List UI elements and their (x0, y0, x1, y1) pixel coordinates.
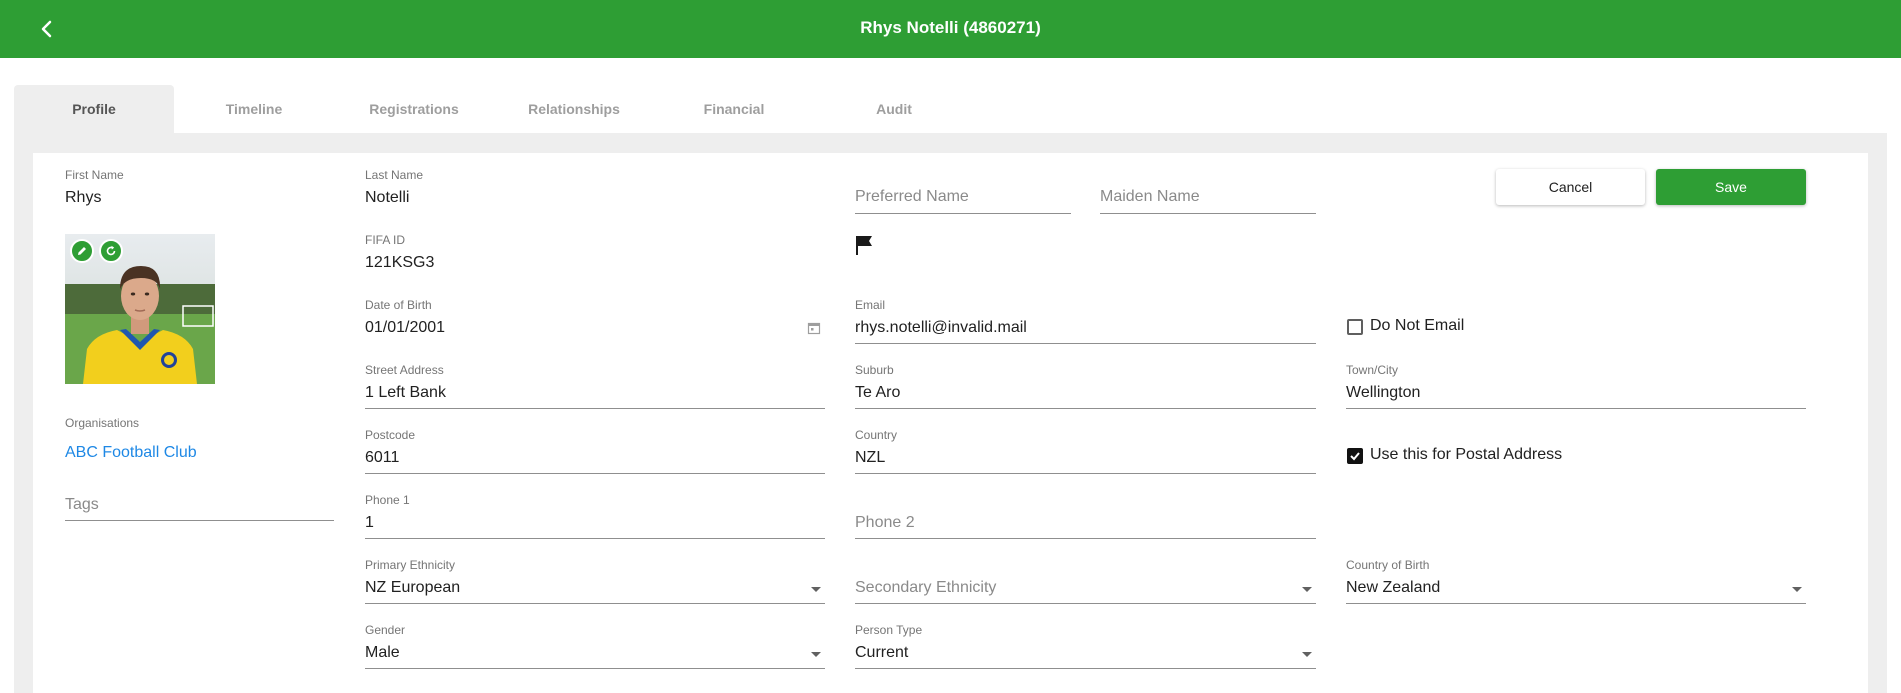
preferred-name-input[interactable]: Preferred Name (855, 187, 1071, 215)
tab-relationships[interactable]: Relationships (494, 85, 654, 133)
street-address-input[interactable]: Street Address 1 Left Bank (365, 363, 825, 409)
organisations-label: Organisations (65, 416, 140, 430)
chevron-down-icon[interactable] (1302, 652, 1312, 657)
gender-label: Gender (365, 623, 406, 637)
suburb-label: Suburb (855, 363, 894, 377)
secondary-ethnicity-placeholder: Secondary Ethnicity (855, 579, 997, 596)
last-name-field: Last Name Notelli (365, 168, 665, 208)
phone1-input[interactable]: Phone 1 1 (365, 493, 825, 539)
tab-timeline[interactable]: Timeline (174, 85, 334, 133)
tab-registrations[interactable]: Registrations (334, 85, 494, 133)
phone1-value: 1 (365, 514, 374, 531)
street-address-label: Street Address (365, 363, 444, 377)
tab-financial[interactable]: Financial (654, 85, 814, 133)
last-name-value[interactable]: Notelli (365, 189, 409, 207)
fifa-id-value: 121KSG3 (365, 254, 435, 271)
refresh-icon[interactable] (99, 239, 123, 263)
chevron-down-icon[interactable] (1302, 587, 1312, 592)
secondary-ethnicity-select[interactable]: Secondary Ethnicity (855, 577, 1316, 605)
person-type-label: Person Type (855, 623, 923, 637)
checkmark-icon (1350, 452, 1360, 461)
primary-ethnicity-select[interactable]: Primary Ethnicity NZ European (365, 558, 825, 604)
postcode-value: 6011 (365, 449, 400, 466)
tab-profile[interactable]: Profile (14, 85, 174, 133)
country-of-birth-label: Country of Birth (1346, 558, 1430, 572)
fifa-id-field: FIFA ID 121KSG3 (365, 233, 665, 273)
postal-address-label: Use this for Postal Address (1370, 446, 1563, 463)
tags-placeholder: Tags (65, 496, 99, 513)
pencil-icon[interactable] (70, 239, 94, 263)
calendar-icon[interactable] (807, 321, 821, 335)
country-input[interactable]: Country NZL (855, 428, 1316, 474)
suburb-input[interactable]: Suburb Te Aro (855, 363, 1316, 409)
town-city-input[interactable]: Town/City Wellington (1346, 363, 1806, 409)
first-name-field: First Name Rhys (65, 168, 315, 208)
app-header: Rhys Notelli (4860271) (0, 0, 1901, 58)
maiden-name-input[interactable]: Maiden Name (1100, 187, 1316, 215)
do-not-email-checkbox[interactable] (1347, 319, 1363, 335)
chevron-down-icon[interactable] (811, 652, 821, 657)
save-button[interactable]: Save (1656, 169, 1806, 205)
person-type-value: Current (855, 644, 909, 661)
country-value: NZL (855, 449, 886, 466)
date-of-birth-value: 01/01/2001 (365, 319, 446, 336)
postcode-label: Postcode (365, 428, 416, 442)
flag-icon[interactable] (854, 234, 874, 256)
chevron-down-icon[interactable] (811, 587, 821, 592)
suburb-value: Te Aro (855, 384, 901, 401)
email-input[interactable]: Email rhys.notelli@invalid.mail (855, 298, 1316, 344)
organisation-link[interactable]: ABC Football Club (65, 444, 197, 462)
email-value: rhys.notelli@invalid.mail (855, 319, 1027, 336)
street-address-value: 1 Left Bank (365, 384, 446, 401)
last-name-label: Last Name (365, 168, 424, 182)
cancel-button[interactable]: Cancel (1496, 169, 1645, 205)
gender-select[interactable]: Gender Male (365, 623, 825, 669)
tags-input[interactable]: Tags (65, 494, 334, 522)
phone1-label: Phone 1 (365, 493, 410, 507)
phone2-input[interactable]: Phone 2 (855, 512, 1316, 540)
email-label: Email (855, 298, 886, 312)
postal-address-checkbox[interactable] (1347, 448, 1363, 464)
date-of-birth-input[interactable]: Date of Birth 01/01/2001 (365, 298, 825, 344)
country-of-birth-select[interactable]: Country of Birth New Zealand (1346, 558, 1806, 604)
page-title: Rhys Notelli (4860271) (860, 18, 1041, 37)
town-city-value: Wellington (1346, 384, 1421, 401)
primary-ethnicity-value: NZ European (365, 579, 461, 596)
town-city-label: Town/City (1346, 363, 1399, 377)
first-name-value[interactable]: Rhys (65, 189, 101, 207)
person-type-select[interactable]: Person Type Current (855, 623, 1316, 669)
profile-photo (65, 234, 215, 384)
fifa-id-label: FIFA ID (365, 233, 406, 247)
chevron-down-icon[interactable] (1792, 587, 1802, 592)
country-label: Country (855, 428, 898, 442)
gender-value: Male (365, 644, 400, 661)
first-name-label: First Name (65, 168, 124, 182)
date-of-birth-label: Date of Birth (365, 298, 432, 312)
phone2-placeholder: Phone 2 (855, 514, 915, 531)
postcode-input[interactable]: Postcode 6011 (365, 428, 825, 474)
tab-bar: Profile Timeline Registrations Relations… (14, 85, 974, 133)
maiden-name-placeholder: Maiden Name (1100, 188, 1200, 205)
preferred-name-placeholder: Preferred Name (855, 188, 969, 205)
do-not-email-label: Do Not Email (1370, 317, 1465, 334)
primary-ethnicity-label: Primary Ethnicity (365, 558, 456, 572)
tab-audit[interactable]: Audit (814, 85, 974, 133)
country-of-birth-value: New Zealand (1346, 579, 1441, 596)
